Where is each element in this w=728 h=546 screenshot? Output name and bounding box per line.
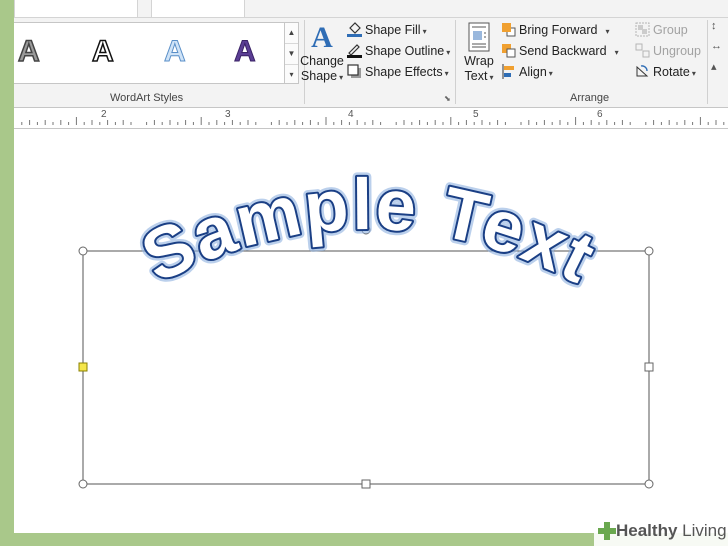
wordart-styles-gallery: A A A A <box>14 22 285 84</box>
align-icon <box>501 64 516 79</box>
ungroup-label: Ungroup <box>653 44 701 58</box>
resize-handle[interactable] <box>78 479 88 489</box>
resize-handle[interactable] <box>644 362 654 372</box>
group-divider <box>455 20 456 104</box>
ruler-number: 5 <box>473 109 479 120</box>
align-label: Align <box>519 65 547 79</box>
rotate-button[interactable]: Rotate ▾ <box>635 63 696 82</box>
wordart-style-gray[interactable]: A <box>17 34 40 69</box>
wrap-text-label-2: Text <box>464 69 488 83</box>
wordart-drawing: Sample Text Sample Text <box>78 160 654 489</box>
ruler-number: 2 <box>101 109 107 120</box>
change-shape-button[interactable]: A Change Shape ▾ <box>300 22 344 85</box>
plus-logo-icon <box>598 522 616 540</box>
resize-handle[interactable] <box>644 246 654 256</box>
bring-forward-button[interactable]: Bring Forward ▾ <box>501 21 610 40</box>
ruler-number: 6 <box>597 109 603 120</box>
paint-bucket-icon <box>347 22 362 37</box>
gallery-scroll-up-icon[interactable]: ▲ <box>285 23 298 44</box>
shape-effects-icon <box>347 64 362 79</box>
ruler-ticks <box>21 117 725 125</box>
shape-effects-button[interactable]: Shape Effects ▾ <box>347 63 449 82</box>
ruler-number: 4 <box>348 109 354 120</box>
rotate-label: Rotate <box>653 65 690 79</box>
group-button[interactable]: Group <box>635 21 688 40</box>
shape-outline-label: Shape Outline <box>365 44 445 58</box>
resize-handle[interactable] <box>361 479 371 489</box>
wordart-style-light-blue[interactable]: A <box>164 35 187 69</box>
document-canvas: Sample Text Sample Text <box>14 129 728 533</box>
ribbon-tab[interactable] <box>14 0 138 17</box>
ribbon: A A A A ▲ ▼ ▾ A Change Shape ▾ Shape Fill… <box>14 0 728 108</box>
watermark: Healthy Living <box>594 516 728 546</box>
wordart-style-outline[interactable]: A <box>91 34 114 69</box>
resize-handle[interactable] <box>644 479 654 489</box>
dialog-launcher-icon[interactable]: ⬊ <box>444 94 453 103</box>
gallery-scroll-down-icon[interactable]: ▼ <box>285 44 298 65</box>
shape-effects-label: Shape Effects <box>365 65 443 79</box>
send-backward-button[interactable]: Send Backward ▾ <box>501 42 619 61</box>
shape-height-icon[interactable]: ↕ <box>711 20 728 40</box>
ungroup-button[interactable]: Ungroup <box>635 42 701 61</box>
group-divider <box>707 20 708 104</box>
pen-icon <box>347 43 362 58</box>
bring-forward-icon <box>501 22 516 37</box>
resize-handle[interactable] <box>78 246 88 256</box>
watermark-text: Healthy Living <box>616 521 727 541</box>
bring-forward-label: Bring Forward <box>519 23 598 37</box>
wrap-text-icon <box>461 22 497 54</box>
rotate-icon <box>635 64 650 79</box>
gallery-scroll: ▲ ▼ ▾ <box>284 22 299 84</box>
wordart-styles-group-label: WordArt Styles <box>110 92 184 104</box>
align-button[interactable]: Align ▾ <box>501 63 553 82</box>
wrap-text-button[interactable]: Wrap Text ▾ <box>461 22 497 85</box>
gallery-more-icon[interactable]: ▾ <box>285 65 298 85</box>
ribbon-tab-strip <box>14 0 728 18</box>
shape-width-icon[interactable]: ↔ <box>711 40 728 60</box>
watermark-brand: Healthy <box>616 521 678 540</box>
group-label: Group <box>653 23 688 37</box>
horizontal-ruler: 2 3 4 5 6 <box>14 108 728 129</box>
group-icon <box>635 22 650 37</box>
send-backward-icon <box>501 43 516 58</box>
watermark-brand-2: Living <box>682 521 727 540</box>
size-group-partial: ↕ ↔ ▴ <box>711 20 728 100</box>
wrap-text-label: Wrap <box>464 54 494 68</box>
adjustment-handle[interactable] <box>78 362 88 372</box>
shape-height-stepper[interactable]: ▴ <box>711 60 728 80</box>
ungroup-icon <box>635 43 650 58</box>
change-shape-label: Change <box>300 54 344 68</box>
wordart-text[interactable]: Sample Text <box>128 163 608 301</box>
shape-outline-button[interactable]: Shape Outline ▾ <box>347 42 450 61</box>
change-shape-icon: A <box>311 21 333 54</box>
change-shape-label-2: Shape <box>300 69 338 83</box>
shape-fill-label: Shape Fill <box>365 23 421 37</box>
word-window: A A A A ▲ ▼ ▾ A Change Shape ▾ Shape Fill… <box>14 0 728 533</box>
ruler-number: 3 <box>225 109 231 120</box>
send-backward-label: Send Backward <box>519 44 607 58</box>
wordart-style-purple[interactable]: A <box>234 35 257 69</box>
shape-fill-button[interactable]: Shape Fill ▾ <box>347 21 427 40</box>
arrange-group-label: Arrange <box>570 92 610 104</box>
ribbon-tab-active[interactable] <box>151 0 245 17</box>
